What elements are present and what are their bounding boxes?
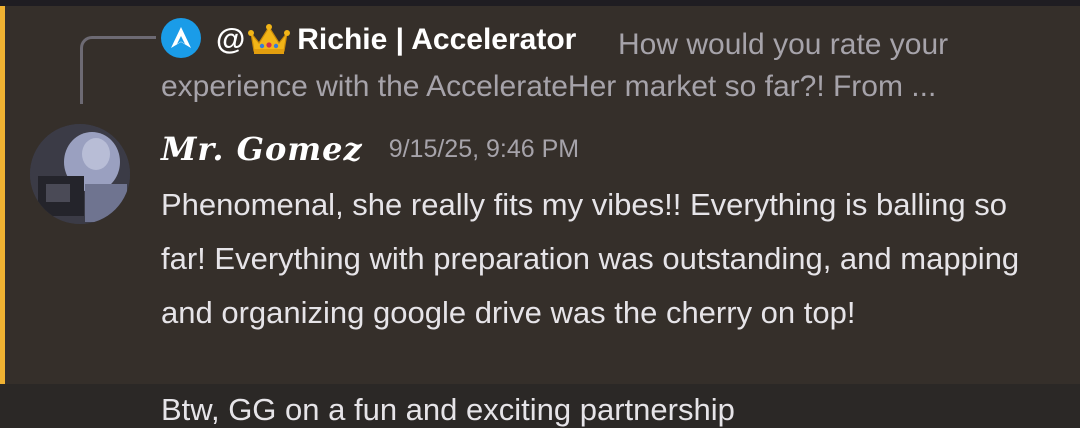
- message-timestamp[interactable]: 9/15/25, 9:46 PM: [389, 135, 579, 164]
- message-item[interactable]: How would you rate your experience with …: [0, 6, 1080, 384]
- mention-highlight-bar: [0, 6, 5, 384]
- crown-icon: [248, 24, 291, 54]
- reply-author[interactable]: @ Richie | Accelerator: [216, 23, 576, 57]
- reply-author-name: Richie | Accelerator: [297, 23, 577, 56]
- message-body: Phenomenal, she really fits my vibes!! E…: [161, 187, 1020, 330]
- reply-author-prefix: @: [216, 23, 246, 56]
- avatar[interactable]: [30, 124, 130, 224]
- author-name[interactable]: Mr. Gomez: [161, 130, 363, 168]
- message-header: Mr. Gomez 9/15/25, 9:46 PM: [161, 124, 579, 174]
- reply-connector-line: [80, 36, 156, 104]
- reply-header[interactable]: @ Richie | Accelerator: [216, 18, 576, 62]
- user-avatar-image: [30, 124, 130, 224]
- next-message-body: Btw, GG on a fun and exciting partnershi…: [161, 392, 735, 427]
